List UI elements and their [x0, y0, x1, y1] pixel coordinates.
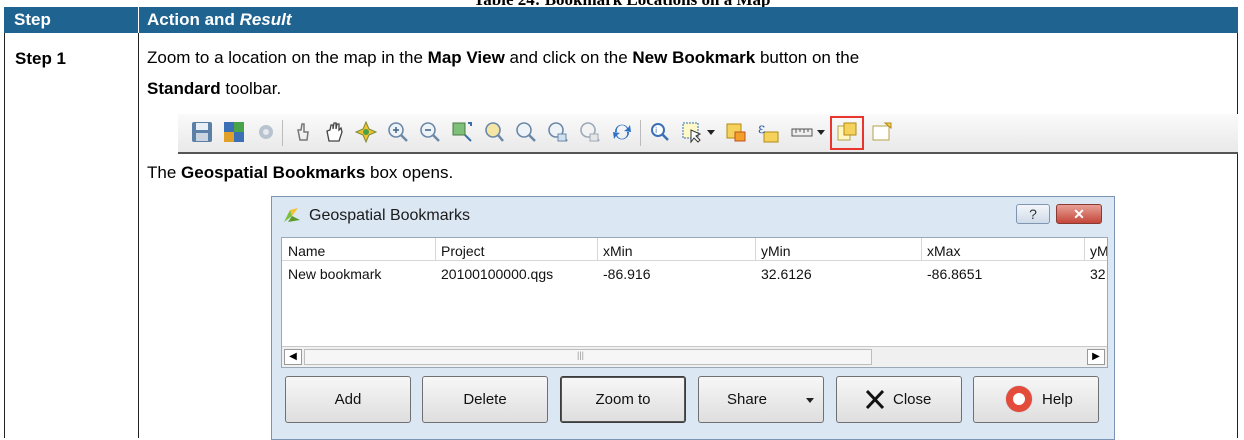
standard-toolbar: i ε	[178, 114, 1238, 154]
pan-icon[interactable]	[322, 120, 346, 144]
bookmarks-table: Name Project xMin yMin xMax yM New bookm…	[281, 237, 1108, 368]
chevron-down-icon	[805, 377, 815, 440]
refresh-icon[interactable]	[610, 120, 634, 144]
header-action-text: Action and	[147, 10, 240, 29]
instruction-line-3: The Geospatial Bookmarks box opens.	[147, 163, 453, 183]
text-bold-geospatial-bookmarks: Geospatial Bookmarks	[181, 163, 366, 182]
zoom-full-icon[interactable]	[450, 120, 474, 144]
table-header-row: Step Action and Result	[4, 7, 1238, 33]
svg-text:i: i	[655, 126, 657, 135]
text-bold-map-view: Map View	[427, 48, 505, 67]
identify-icon[interactable]: i	[648, 120, 672, 144]
scroll-left-arrow-icon[interactable]: ◀	[284, 349, 302, 365]
cell-ymin[interactable]: 32.6126	[761, 266, 812, 282]
chevron-down-icon[interactable]	[706, 120, 716, 144]
add-button[interactable]: Add	[285, 376, 411, 423]
geospatial-bookmarks-dialog: Geospatial Bookmarks ? ✕ Name Project xM…	[271, 196, 1115, 440]
text-run: button on the	[755, 48, 860, 67]
text-run: and click on the	[504, 48, 633, 67]
cell-xmax[interactable]: -86.8651	[927, 266, 982, 282]
touch-icon[interactable]	[290, 120, 314, 144]
chevron-down-icon[interactable]	[816, 120, 826, 144]
text-run: Zoom to a location on the map in the	[147, 48, 428, 67]
deselect-icon[interactable]	[724, 120, 748, 144]
column-divider	[597, 238, 598, 260]
identify-disabled-icon[interactable]	[254, 120, 278, 144]
column-divider	[755, 238, 756, 260]
zoom-last-icon[interactable]	[546, 120, 570, 144]
zoom-to-selection-icon[interactable]	[482, 120, 506, 144]
toolbar-separator	[640, 120, 641, 146]
map-icon[interactable]	[222, 120, 246, 144]
scrollbar-grip: |||	[577, 350, 585, 360]
svg-text:ε: ε	[758, 121, 765, 137]
column-divider	[921, 238, 922, 260]
close-x-icon	[863, 377, 887, 440]
measure-icon[interactable]	[790, 120, 814, 144]
lifebuoy-icon	[1002, 377, 1036, 440]
help-context-button[interactable]: ?	[1016, 204, 1050, 224]
instruction-line-2: Standard toolbar.	[147, 79, 281, 99]
header-rule	[282, 260, 1107, 261]
column-divider	[138, 33, 139, 438]
scrollbar-thumb[interactable]: |||	[304, 349, 872, 365]
toolbar-separator	[282, 120, 283, 146]
column-divider	[1084, 238, 1085, 260]
help-label: Help	[1042, 391, 1073, 408]
column-header-ymin[interactable]: yMin	[761, 243, 791, 259]
header-action: Action and Result	[147, 10, 292, 30]
share-button[interactable]: Share	[698, 376, 824, 423]
column-header-name[interactable]: Name	[288, 243, 325, 259]
pan-to-selection-icon[interactable]	[354, 120, 378, 144]
step-label: Step 1	[15, 49, 67, 68]
zoom-to-layer-icon[interactable]	[514, 120, 538, 144]
column-header-xmax[interactable]: xMax	[927, 243, 960, 259]
zoom-out-icon[interactable]	[418, 120, 442, 144]
cell-name[interactable]: New bookmark	[288, 266, 381, 282]
help-button[interactable]: Help	[973, 376, 1099, 423]
window-close-button[interactable]: ✕	[1056, 204, 1102, 224]
column-header-xmin[interactable]: xMin	[603, 243, 633, 259]
close-button[interactable]: Close	[836, 376, 962, 423]
text-run: toolbar.	[220, 79, 282, 98]
column-header-ymax[interactable]: yM	[1090, 243, 1107, 259]
share-label: Share	[727, 391, 768, 408]
cell-ymax[interactable]: 32	[1090, 266, 1106, 282]
close-label: Close	[893, 391, 932, 408]
column-divider	[435, 238, 436, 260]
select-features-icon[interactable]	[680, 120, 704, 144]
text-bold-standard: Standard	[147, 79, 221, 98]
zoom-to-button[interactable]: Zoom to	[560, 376, 686, 423]
instruction-line-1: Zoom to a location on the map in the Map…	[147, 48, 859, 68]
annotation-icon[interactable]	[870, 120, 894, 144]
text-run: The	[147, 163, 182, 182]
horizontal-scrollbar[interactable]: ◀ ||| ▶	[282, 346, 1107, 367]
delete-button[interactable]: Delete	[422, 376, 548, 423]
new-bookmark-icon[interactable]	[835, 120, 859, 144]
scroll-right-arrow-icon[interactable]: ▶	[1087, 349, 1105, 365]
cell-project[interactable]: 20100100000.qgs	[441, 266, 553, 282]
zoom-next-icon[interactable]	[578, 120, 602, 144]
qgis-logo-icon	[282, 206, 302, 229]
text-run: box opens.	[365, 163, 454, 182]
header-divider	[138, 7, 139, 33]
header-step: Step	[14, 10, 51, 29]
dialog-title: Geospatial Bookmarks	[309, 207, 470, 224]
expression-icon[interactable]: ε	[756, 120, 780, 144]
column-header-project[interactable]: Project	[441, 243, 485, 259]
header-result-text: Result	[239, 10, 292, 29]
text-bold-new-bookmark: New Bookmark	[632, 48, 756, 67]
zoom-in-icon[interactable]	[386, 120, 410, 144]
cell-xmin[interactable]: -86.916	[603, 266, 650, 282]
save-icon[interactable]	[190, 120, 214, 144]
